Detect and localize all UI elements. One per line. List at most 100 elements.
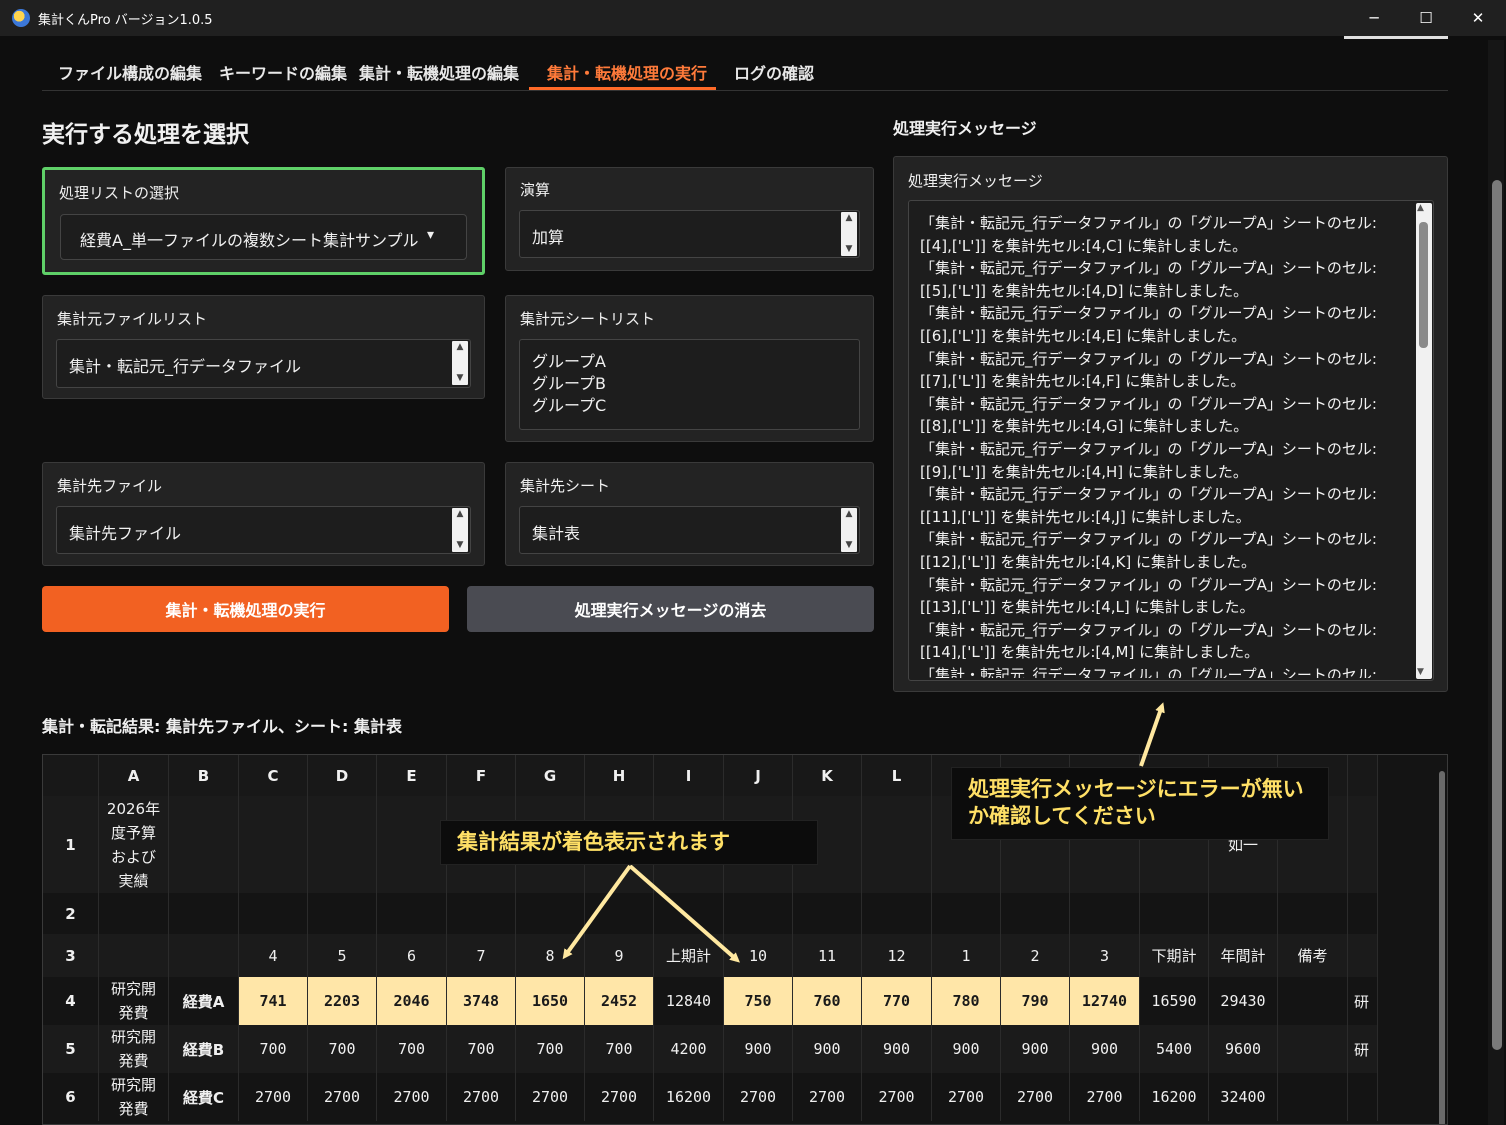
- table-cell[interactable]: [793, 893, 862, 934]
- table-cell[interactable]: 2700: [239, 1073, 308, 1121]
- table-cell[interactable]: 経費A: [169, 977, 239, 1025]
- table-scrollbar-thumb[interactable]: [1439, 771, 1445, 1124]
- arrow-down-icon[interactable]: ▼: [457, 541, 464, 550]
- table-cell[interactable]: 900: [793, 1025, 862, 1073]
- table-cell[interactable]: 上期計: [654, 934, 724, 977]
- table-cell[interactable]: 760: [793, 977, 862, 1025]
- table-cell[interactable]: 4200: [654, 1025, 724, 1073]
- table-cell[interactable]: [1209, 893, 1278, 934]
- table-cell[interactable]: 16200: [654, 1073, 724, 1121]
- execute-button[interactable]: 集計・転機処理の実行: [42, 586, 449, 632]
- table-cell[interactable]: 4: [239, 934, 308, 977]
- table-cell[interactable]: [1278, 893, 1348, 934]
- source-files-listbox[interactable]: 集計・転記元_行データファイル: [56, 339, 471, 388]
- minimize-button[interactable]: ─: [1348, 0, 1400, 36]
- table-cell[interactable]: 2452: [585, 977, 654, 1025]
- table-cell[interactable]: 16590: [1140, 977, 1209, 1025]
- table-cell[interactable]: 750: [724, 977, 793, 1025]
- row-header[interactable]: 2: [43, 893, 99, 934]
- table-cell[interactable]: [1278, 1073, 1348, 1121]
- table-cell[interactable]: 29430: [1209, 977, 1278, 1025]
- table-cell[interactable]: [1001, 893, 1070, 934]
- table-cell[interactable]: 6: [377, 934, 447, 977]
- column-header[interactable]: I: [654, 755, 724, 796]
- table-cell[interactable]: 5: [308, 934, 377, 977]
- table-cell[interactable]: [862, 893, 932, 934]
- table-cell[interactable]: 700: [239, 1025, 308, 1073]
- table-cell[interactable]: [654, 893, 724, 934]
- table-cell[interactable]: 2700: [793, 1073, 862, 1121]
- row-header[interactable]: 6: [43, 1073, 99, 1121]
- tab-process-run[interactable]: 集計・転機処理の実行: [547, 60, 707, 84]
- table-cell[interactable]: 2700: [932, 1073, 1001, 1121]
- arrow-up-icon[interactable]: ▲: [457, 343, 464, 352]
- arrow-up-icon[interactable]: ▲: [457, 510, 464, 519]
- table-cell[interactable]: 10: [724, 934, 793, 977]
- table-cell[interactable]: 900: [1001, 1025, 1070, 1073]
- table-cell[interactable]: [1070, 893, 1140, 934]
- table-cell[interactable]: [239, 796, 308, 893]
- table-cell[interactable]: 2700: [862, 1073, 932, 1121]
- row-header[interactable]: 4: [43, 977, 99, 1025]
- column-header[interactable]: H: [585, 755, 654, 796]
- table-cell[interactable]: 3748: [447, 977, 516, 1025]
- column-header[interactable]: [1348, 755, 1378, 796]
- arrow-down-icon[interactable]: ▼: [457, 374, 464, 383]
- table-cell[interactable]: [1140, 893, 1209, 934]
- table-cell[interactable]: 下期計: [1140, 934, 1209, 977]
- arrow-down-icon[interactable]: ▼: [1417, 667, 1424, 677]
- arrow-up-icon[interactable]: ▲: [846, 510, 853, 519]
- table-cell[interactable]: 5400: [1140, 1025, 1209, 1073]
- table-cell[interactable]: 研究開発費: [99, 1073, 169, 1121]
- operation-listbox[interactable]: 加算: [519, 210, 860, 258]
- operation-spinner[interactable]: ▲ ▼: [841, 212, 857, 256]
- table-cell[interactable]: 16200: [1140, 1073, 1209, 1121]
- table-cell[interactable]: [377, 893, 447, 934]
- table-cell[interactable]: 2700: [1070, 1073, 1140, 1121]
- table-cell[interactable]: 900: [724, 1025, 793, 1073]
- row-header[interactable]: 5: [43, 1025, 99, 1073]
- table-cell[interactable]: 32400: [1209, 1073, 1278, 1121]
- tab-file-config[interactable]: ファイル構成の編集: [58, 60, 202, 84]
- column-header[interactable]: B: [169, 755, 239, 796]
- table-cell[interactable]: [516, 893, 585, 934]
- table-cell[interactable]: [308, 893, 377, 934]
- table-cell[interactable]: 1650: [516, 977, 585, 1025]
- chevron-down-icon[interactable]: ▾: [427, 227, 434, 243]
- table-cell[interactable]: [724, 893, 793, 934]
- table-cell[interactable]: 経費C: [169, 1073, 239, 1121]
- table-cell[interactable]: 2700: [1001, 1073, 1070, 1121]
- dest-sheet-listbox[interactable]: 集計表: [519, 506, 860, 554]
- table-cell[interactable]: 年間計: [1209, 934, 1278, 977]
- table-cell[interactable]: [1348, 796, 1378, 893]
- arrow-up-icon[interactable]: ▲: [1417, 203, 1424, 213]
- table-cell[interactable]: 研究開発費: [99, 1025, 169, 1073]
- maximize-button[interactable]: ☐: [1400, 0, 1452, 36]
- table-cell[interactable]: 12840: [654, 977, 724, 1025]
- sheet-item[interactable]: グループC: [532, 395, 606, 417]
- table-cell[interactable]: 9600: [1209, 1025, 1278, 1073]
- table-cell[interactable]: [1348, 934, 1378, 977]
- table-cell[interactable]: [862, 796, 932, 893]
- table-cell[interactable]: 研: [1348, 1025, 1378, 1073]
- column-header[interactable]: G: [516, 755, 585, 796]
- column-header[interactable]: A: [99, 755, 169, 796]
- table-cell[interactable]: 2700: [724, 1073, 793, 1121]
- table-cell[interactable]: 12: [862, 934, 932, 977]
- table-cell[interactable]: 900: [932, 1025, 1001, 1073]
- table-cell[interactable]: [239, 893, 308, 934]
- table-cell[interactable]: 700: [585, 1025, 654, 1073]
- arrow-down-icon[interactable]: ▼: [846, 541, 853, 550]
- sheet-item[interactable]: グループB: [532, 373, 606, 395]
- table-cell[interactable]: 700: [308, 1025, 377, 1073]
- clear-messages-button[interactable]: 処理実行メッセージの消去: [467, 586, 874, 632]
- table-cell[interactable]: 2700: [516, 1073, 585, 1121]
- table-cell[interactable]: 備考: [1278, 934, 1348, 977]
- table-cell[interactable]: [1348, 1073, 1378, 1121]
- table-cell[interactable]: 研: [1348, 977, 1378, 1025]
- source-sheets-listbox[interactable]: グループA グループB グループC: [519, 339, 860, 430]
- table-cell[interactable]: [308, 796, 377, 893]
- table-cell[interactable]: 7: [447, 934, 516, 977]
- arrow-up-icon[interactable]: ▲: [846, 214, 853, 223]
- column-header[interactable]: C: [239, 755, 308, 796]
